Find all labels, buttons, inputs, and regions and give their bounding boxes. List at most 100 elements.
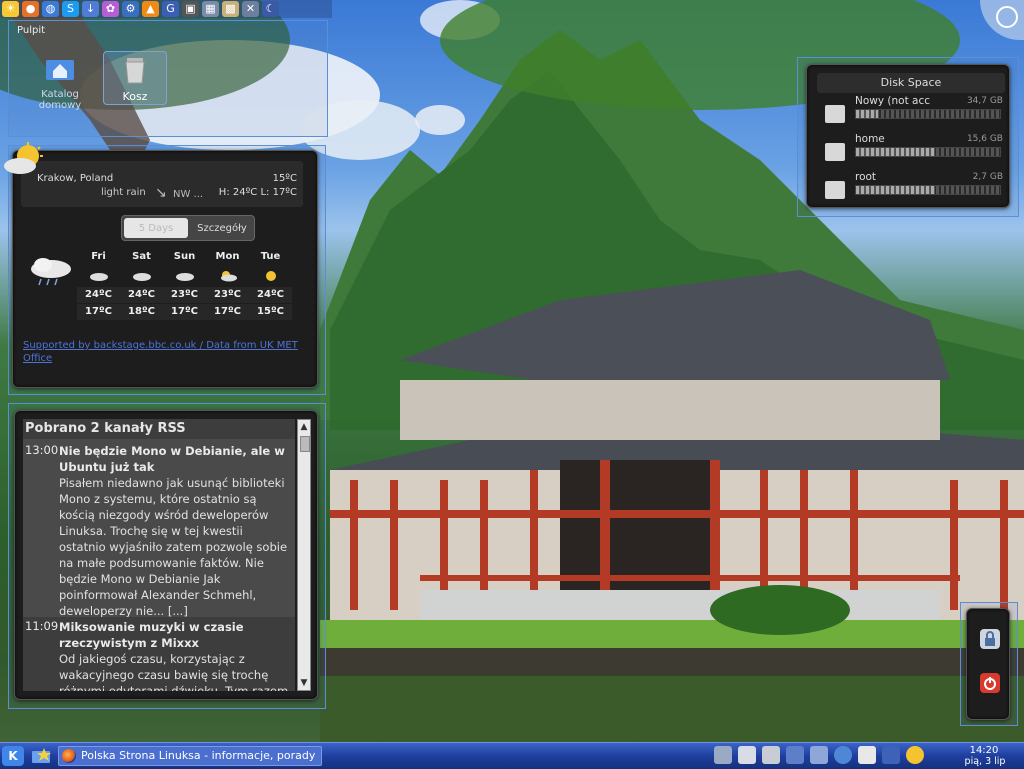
clock-date[interactable]: pią, 3 lip: [956, 756, 1014, 767]
volume-icon[interactable]: [810, 746, 828, 764]
forecast-high: 24ºC: [120, 287, 163, 303]
desktop-icon-home[interactable]: Katalog domowy: [29, 51, 91, 111]
moon-icon[interactable]: ☾: [262, 1, 279, 17]
disk-usage-fill: [856, 186, 936, 194]
network-icon[interactable]: [714, 746, 732, 764]
home-folder-icon: [43, 51, 77, 85]
forecast-day: Sun 23ºC 17ºC: [163, 251, 206, 320]
disk-name: root: [855, 171, 877, 183]
cloud-icon: [163, 265, 206, 287]
cloud-icon: [77, 265, 120, 287]
weather-location: Krakow, Poland: [37, 173, 114, 184]
forecast-day-name: Mon: [215, 251, 240, 262]
weather-credit-link[interactable]: Supported by backstage.bbc.co.uk / Data …: [23, 339, 303, 365]
forecast-low: 18ºC: [120, 304, 163, 320]
disk-size: 2,7 GB: [972, 172, 1003, 182]
forecast-high: 23ºC: [163, 287, 206, 303]
rss-header: Pobrano 2 kanały RSS: [23, 419, 295, 439]
rss-item-title[interactable]: Miksowanie muzyki w czasie rzeczywistym …: [59, 619, 293, 651]
cloud-icon: [120, 265, 163, 287]
disk-row[interactable]: Nowy (not acc 34,7 GB: [817, 95, 1007, 129]
rss-item-time: 13:00: [25, 443, 59, 457]
disk-name: home: [855, 133, 885, 145]
clock-time[interactable]: 14:20: [964, 745, 1004, 756]
rss-feed-list: Pobrano 2 kanały RSS 13:00 Nie będzie Mo…: [23, 419, 295, 691]
firefox-icon[interactable]: ●: [22, 1, 39, 17]
desktop-icon-home-label: Katalog domowy: [38, 89, 82, 111]
clipboard-icon[interactable]: [738, 746, 756, 764]
forecast-high: 24ºC: [77, 287, 120, 303]
usb-icon[interactable]: [762, 746, 780, 764]
kde-icon[interactable]: ☀: [2, 1, 19, 17]
vlc-icon[interactable]: ▲: [142, 1, 159, 17]
weather-sun-cloud-icon: [2, 142, 48, 181]
sun-icon: [249, 265, 292, 287]
forecast-day-name: Sun: [173, 251, 196, 262]
hard-drive-icon: [825, 105, 845, 123]
disk-usage-fill: [856, 148, 936, 156]
plasma-cashew-icon: [996, 6, 1018, 28]
tab-5-days[interactable]: 5 Days: [124, 218, 188, 238]
desktop-icon-trash-label: Kosz: [122, 90, 148, 103]
scroll-down-icon[interactable]: ▼: [298, 676, 310, 690]
scrollbar-thumb[interactable]: [300, 436, 310, 452]
notes-icon[interactable]: [858, 746, 876, 764]
logout-icon[interactable]: [980, 673, 1000, 693]
forecast-day-name: Tue: [260, 251, 281, 262]
disk-usage-bar: [855, 185, 1001, 195]
quick-launch-bar: ☀ ● ◍ S ↓ ✿ ⚙ ▲ G ▣ ▦ ▩ ✕ ☾: [0, 0, 332, 18]
tools-icon[interactable]: ✕: [242, 1, 259, 17]
forecast-day: Mon 23ºC 17ºC: [206, 251, 249, 320]
rss-item[interactable]: 13:00 Nie będzie Mono w Debianie, ale w …: [23, 443, 295, 618]
disk-space-title: Disk Space: [817, 73, 1005, 93]
taskbar: K Polska Strona Linuksa - informacje, po…: [0, 742, 1024, 769]
download-icon[interactable]: ↓: [82, 1, 99, 17]
forecast-day: Sat 24ºC 18ºC: [120, 251, 163, 320]
rss-item-body: Pisałem niedawno jak usunąć biblioteki M…: [59, 476, 288, 618]
hard-drive-icon: [825, 143, 845, 161]
folder-view-widget: Pulpit Katalog domowy Kosz: [8, 20, 328, 137]
weather-wind: NW ...: [173, 189, 204, 200]
hard-drive-icon: [825, 181, 845, 199]
rss-scrollbar[interactable]: ▲ ▼: [297, 419, 311, 691]
rss-item-title[interactable]: Nie będzie Mono w Debianie, ale w Ubuntu…: [59, 443, 293, 475]
show-desktop-icon[interactable]: [30, 746, 54, 766]
disk-row[interactable]: root 2,7 GB: [817, 171, 1007, 205]
google-icon[interactable]: [882, 746, 900, 764]
disk-size: 15,6 GB: [966, 134, 1003, 144]
pidgin-icon[interactable]: ✿: [102, 1, 119, 17]
globe-icon[interactable]: [834, 746, 852, 764]
terminal-icon[interactable]: ▣: [182, 1, 199, 17]
trash-icon: [118, 52, 152, 86]
forecast-high: 24ºC: [249, 287, 292, 303]
forecast-day: Tue 24ºC 15ºC: [249, 251, 292, 320]
weather-hi-lo: H: 24ºC L: 17ºC: [218, 187, 297, 198]
weather-sun-icon[interactable]: [906, 746, 924, 764]
disk-row[interactable]: home 15,6 GB: [817, 133, 1007, 167]
system-tray: [714, 746, 924, 764]
desktop-icon-trash[interactable]: Kosz: [103, 51, 167, 105]
menu-icon[interactable]: [786, 746, 804, 764]
forecast-day: Fri 24ºC 17ºC: [77, 251, 120, 320]
network-icon[interactable]: ⚙: [122, 1, 139, 17]
package-icon[interactable]: ▩: [222, 1, 239, 17]
scroll-up-icon[interactable]: ▲: [298, 420, 310, 434]
kde-menu-button[interactable]: K: [2, 746, 24, 766]
skype-icon[interactable]: S: [62, 1, 79, 17]
rss-item[interactable]: 11:09 Miksowanie muzyki w czasie rzeczyw…: [23, 617, 295, 691]
forecast-days: Fri 24ºC 17ºC Sat 24ºC 18ºC Sun 23ºC 17º…: [77, 251, 292, 320]
forecast-high: 23ºC: [206, 287, 249, 303]
lock-screen-icon[interactable]: [980, 629, 1000, 649]
disk-usage-bar: [855, 147, 1001, 157]
forecast-day-name: Fri: [91, 251, 106, 262]
wind-arrow-icon: ↘: [155, 185, 167, 201]
taskbar-window-button[interactable]: Polska Strona Linuksa - informacje, pora…: [58, 746, 322, 766]
calculator-icon[interactable]: ▦: [202, 1, 219, 17]
forecast-low: 15ºC: [249, 304, 292, 320]
disk-size: 34,7 GB: [966, 96, 1003, 106]
tab-details[interactable]: Szczegóły: [190, 216, 254, 240]
rss-widget: Pobrano 2 kanały RSS 13:00 Nie będzie Mo…: [14, 410, 318, 700]
globe-icon[interactable]: ◍: [42, 1, 59, 17]
disk-name: Nowy (not acc: [855, 95, 931, 107]
google-icon[interactable]: G: [162, 1, 179, 17]
